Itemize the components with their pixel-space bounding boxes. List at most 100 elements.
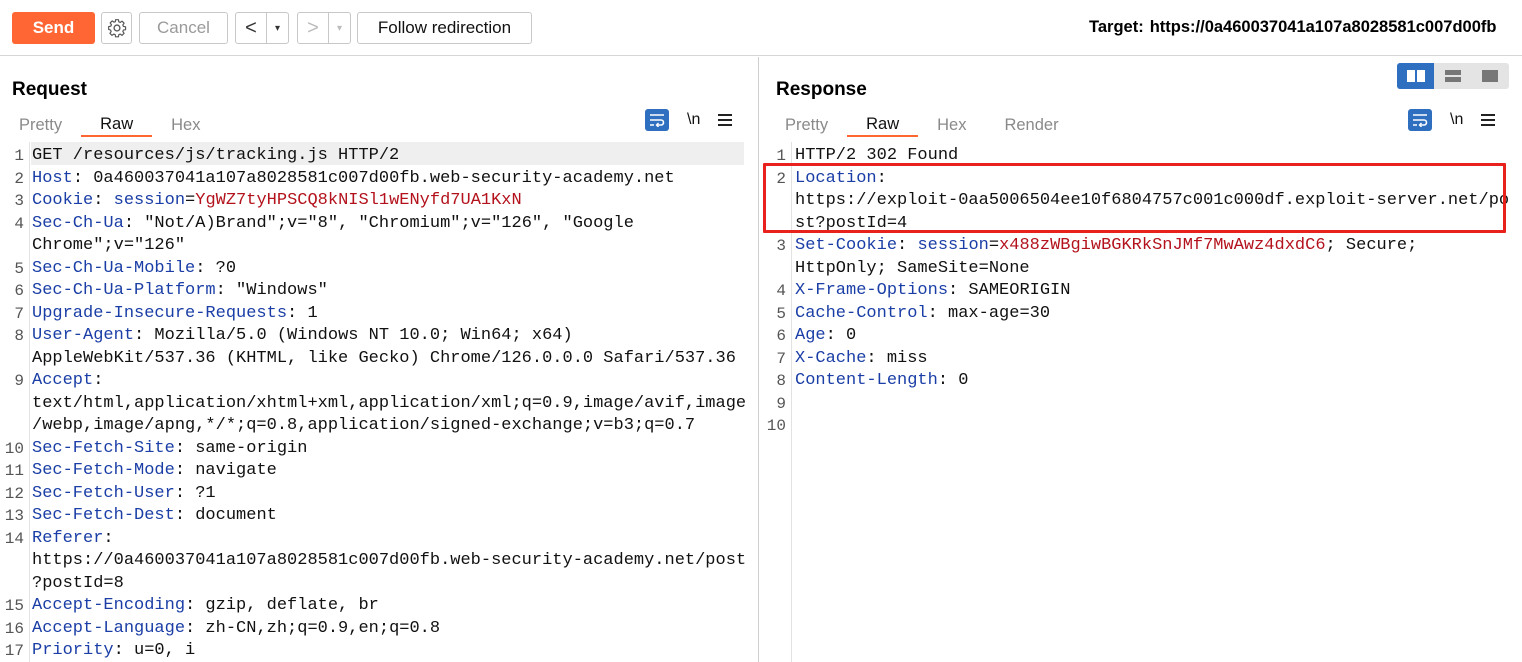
line-text: Accept: — [32, 370, 103, 393]
text-segment: : Mozilla/5.0 (Windows NT 10.0; Win64; x… — [134, 326, 573, 345]
rows-layout-icon — [1444, 70, 1461, 82]
line-number: 6 — [776, 327, 786, 345]
response-editor[interactable]: 1 HTTP/2 302 Found 2 Location: https://explo… — [760, 142, 1522, 662]
text-segment: /webp,image/apng,*/*;q=0.8,application/s… — [32, 416, 696, 435]
line-text: HttpOnly; SameSite=None — [795, 258, 1030, 281]
text-segment: : — [897, 236, 918, 255]
line-text: Sec-Ch-Ua-Platform: "Windows" — [32, 280, 328, 303]
line-text: Location: — [795, 168, 887, 191]
settings-button[interactable] — [101, 12, 132, 44]
response-tab-render[interactable]: Render — [985, 113, 1077, 137]
text-segment: https://0a460037041a107a8028581c007d00fb… — [32, 551, 747, 570]
cookie-value: YgWZ7tyHPSCQ8kNISl1wENyfd7UA1KxN — [195, 191, 522, 210]
line-number: 8 — [14, 327, 24, 345]
text-segment: : u=0, i — [113, 641, 196, 660]
target-display[interactable]: Target: https://0a460037041a107a8028581c0… — [1089, 18, 1496, 37]
header-name: Sec-Ch-Ua-Platform — [32, 281, 216, 300]
request-show-newlines-button[interactable]: \n — [687, 111, 700, 129]
response-tab-raw[interactable]: Raw — [847, 113, 919, 137]
line-number: 12 — [4, 484, 24, 503]
response-menu-button[interactable] — [1481, 114, 1496, 126]
line-number: 9 — [776, 394, 786, 413]
text-segment: HTTP/2 302 Found — [795, 146, 959, 165]
line-number: 15 — [4, 597, 24, 615]
forward-nav: > ▾ — [297, 12, 351, 44]
text-segment: : SAMEORIGIN — [948, 281, 1071, 300]
line-number: 4 — [14, 214, 24, 233]
line-text: Sec-Ch-Ua: "Not/A)Brand";v="8", "Chromiu… — [32, 213, 634, 236]
response-tab-pretty[interactable]: Pretty — [766, 113, 847, 137]
layout-tabbed-button[interactable] — [1471, 63, 1508, 89]
line-text: ?postId=8 — [32, 573, 124, 596]
text-segment: : — [876, 168, 887, 188]
text-segment: : "Windows" — [215, 281, 328, 300]
forward-history-dropdown[interactable]: ▾ — [328, 13, 350, 43]
line-number: 1 — [14, 147, 24, 165]
header-name: X-Cache — [795, 348, 867, 368]
header-name: Sec-Fetch-User — [32, 483, 175, 503]
text-segment: : gzip, deflate, br — [185, 596, 379, 615]
back-button[interactable]: < — [236, 13, 266, 43]
cancel-button[interactable]: Cancel — [139, 12, 228, 44]
request-wrap-lines-button[interactable] — [645, 109, 669, 131]
back-history-dropdown[interactable]: ▾ — [266, 13, 288, 43]
line-text: st?postId=4 — [795, 213, 907, 236]
line-text: Chrome";v="126" — [32, 235, 185, 258]
layout-stacked-button[interactable] — [1434, 63, 1471, 89]
header-name: session — [917, 236, 989, 255]
text-segment: ; Secure; — [1325, 236, 1418, 255]
line-text: User-Agent: Mozilla/5.0 (Windows NT 10.0… — [32, 325, 573, 348]
header-name: session — [113, 191, 186, 210]
menu-icon — [718, 114, 733, 116]
line-text: https://exploit-0aa5006504ee10f6804757c0… — [795, 190, 1509, 213]
line-text: HTTP/2 302 Found — [795, 145, 958, 168]
request-editor[interactable]: 1 GET /resources/js/tracking.js HTTP/2 2 Ho… — [0, 142, 758, 662]
line-number: 13 — [4, 507, 24, 525]
header-name: Cache-Control — [795, 303, 928, 323]
line-text: text/html,application/xhtml+xml,applicat… — [32, 393, 746, 416]
response-show-newlines-button[interactable]: \n — [1450, 111, 1463, 129]
line-text: Age: 0 — [795, 325, 856, 348]
layout-side-by-side-button[interactable] — [1397, 63, 1434, 89]
text-segment: : max-age=30 — [927, 303, 1051, 323]
text-segment: : 0 — [825, 326, 857, 345]
text-segment: : ?1 — [174, 483, 216, 503]
header-name: Sec-Ch-Ua — [32, 213, 124, 233]
header-name: Accept-Language — [32, 618, 186, 638]
text-segment: : 1 — [287, 303, 318, 323]
request-tab-hex[interactable]: Hex — [152, 113, 219, 137]
line-text: Accept-Language: zh-CN,zh;q=0.9,en;q=0.8 — [32, 618, 440, 641]
request-tab-pretty[interactable]: Pretty — [0, 113, 81, 137]
text-segment: Chrome";v="126" — [32, 236, 186, 255]
line-text: /webp,image/apng,*/*;q=0.8,application/s… — [32, 415, 695, 438]
response-wrap-lines-button[interactable] — [1408, 109, 1432, 131]
response-tab-hex[interactable]: Hex — [918, 113, 985, 137]
text-segment: : zh-CN,zh;q=0.9,en;q=0.8 — [185, 618, 441, 638]
line-number: 5 — [14, 259, 24, 278]
line-number: 4 — [776, 282, 786, 300]
request-menu-button[interactable] — [718, 114, 733, 126]
line-number: 17 — [4, 642, 24, 660]
request-tab-raw[interactable]: Raw — [81, 113, 153, 137]
header-name: Referer — [32, 528, 104, 548]
header-name: Accept — [32, 371, 94, 390]
line-number: 3 — [14, 192, 24, 210]
line-number: 11 — [4, 462, 24, 480]
text-segment: : 0 — [937, 371, 969, 390]
text-segment: : — [93, 371, 104, 390]
line-number: 16 — [4, 619, 24, 638]
line-number: 10 — [4, 439, 24, 458]
text-segment: : miss — [866, 348, 928, 368]
text-segment: : — [103, 528, 114, 548]
wrap-lines-icon — [650, 114, 665, 127]
text-segment: GET /resources/js/tracking.js HTTP/2 — [32, 146, 400, 165]
line-number: 1 — [776, 147, 786, 165]
line-number: 10 — [766, 417, 786, 435]
header-name: Cookie — [32, 191, 94, 210]
forward-button[interactable]: > — [298, 13, 328, 43]
follow-redirection-button[interactable]: Follow redirection — [357, 12, 532, 44]
send-button[interactable]: Send — [12, 12, 95, 44]
response-pane: Response Pretty Raw Hex Render \n 1 HTTP… — [760, 57, 1522, 662]
text-segment: = — [988, 236, 1000, 255]
menu-icon — [1481, 114, 1496, 116]
